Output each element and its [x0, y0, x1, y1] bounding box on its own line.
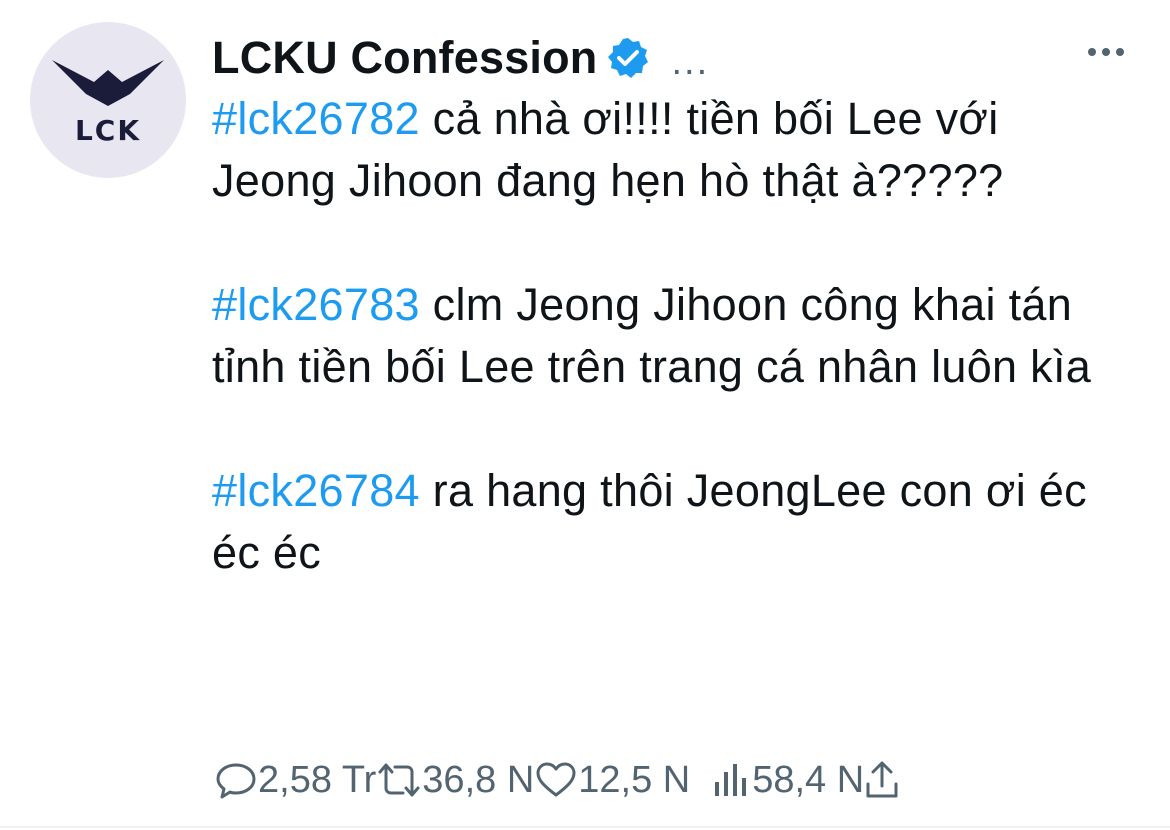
like-icon — [536, 762, 576, 797]
tweet-paragraph: #lck26783 clm Jeong Jihoon công khai tán… — [212, 274, 1112, 398]
like-count: 12,5 N — [578, 758, 691, 801]
reply-count: 2,58 Tr — [258, 758, 377, 801]
verified-badge-icon — [606, 36, 650, 80]
tweet-text: #lck26782 cả nhà ơi!!!! tiền bối Lee với… — [212, 88, 1112, 646]
views-icon — [715, 764, 747, 796]
retweet-icon — [378, 763, 420, 797]
share-icon — [866, 761, 898, 798]
reply-button[interactable]: 2,58 Tr — [214, 758, 376, 802]
more-options-icon[interactable] — [1084, 38, 1128, 66]
tweet-paragraph: #lck26784 ra hang thôi JeongLee con ơi é… — [212, 460, 1112, 584]
share-button[interactable] — [864, 758, 900, 802]
avatar[interactable]: LCK — [30, 22, 186, 178]
reply-icon — [216, 763, 256, 799]
avatar-logo-text: LCK — [74, 114, 142, 147]
like-button[interactable]: 12,5 N — [534, 758, 690, 802]
hashtag-link[interactable]: #lck26784 — [212, 465, 420, 516]
lck-eagle-logo — [52, 60, 164, 106]
retweet-button[interactable]: 36,8 N — [376, 758, 534, 802]
retweet-count: 36,8 N — [422, 758, 535, 801]
display-name[interactable]: LCKU Confession — [212, 32, 598, 84]
hashtag-link[interactable]: #lck26782 — [212, 93, 420, 144]
tweet-action-bar: 2,58 Tr 36,8 N 12,5 N 58,4 N — [214, 752, 900, 808]
views-count: 58,4 N — [752, 758, 865, 801]
tweet-paragraph: #lck26782 cả nhà ơi!!!! tiền bối Lee với… — [212, 88, 1112, 212]
divider — [0, 826, 1170, 828]
views-button[interactable]: 58,4 N — [712, 758, 864, 802]
hashtag-link[interactable]: #lck26783 — [212, 279, 420, 330]
handle-ellipsis: ... — [671, 40, 710, 83]
tweet-header: LCKU Confession ... — [212, 28, 709, 88]
